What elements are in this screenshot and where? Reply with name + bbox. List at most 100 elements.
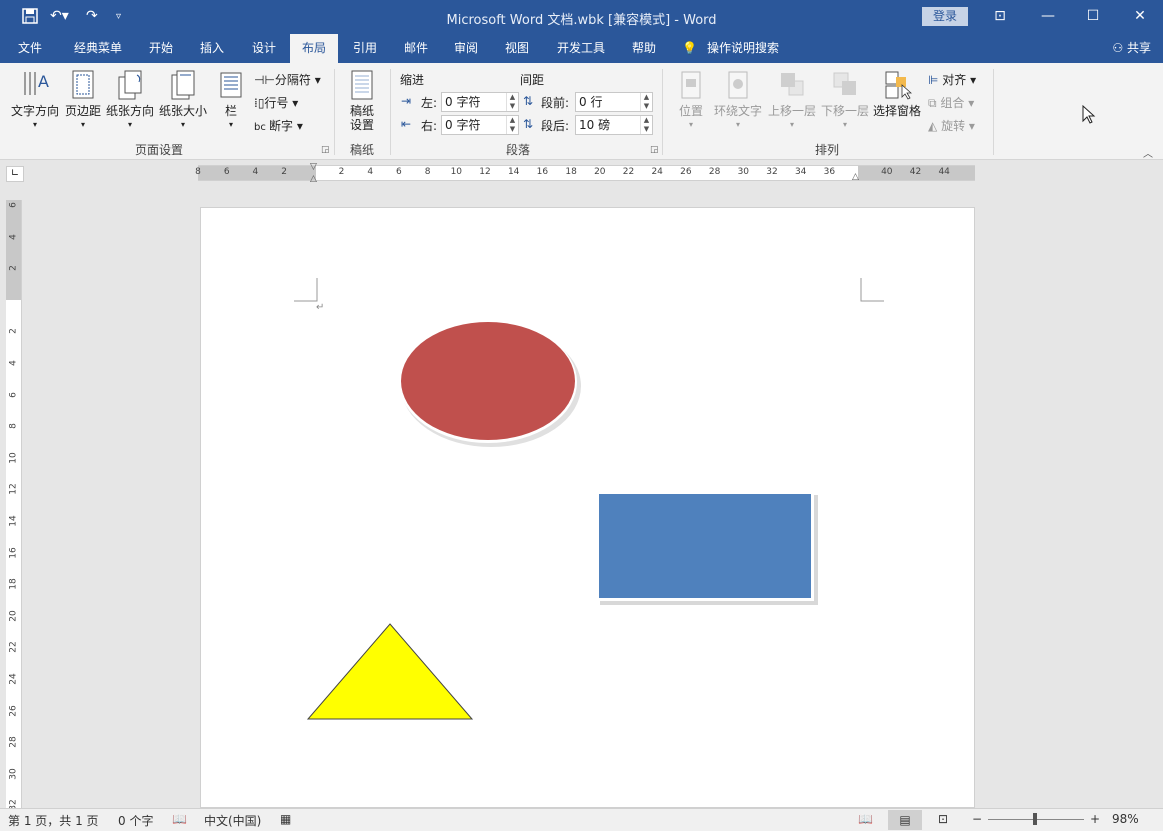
print-layout-icon[interactable]: ▤ (888, 810, 922, 830)
columns-button[interactable]: 栏 ▾ (214, 69, 248, 132)
ruler-tick-label: 18 (8, 578, 19, 590)
right-indent-marker[interactable]: △ (852, 172, 859, 182)
paragraph-launcher-icon[interactable]: ◲ (650, 145, 659, 155)
orientation-button[interactable]: 纸张方向 ▾ (104, 69, 156, 132)
ruler-tick-label: 4 (367, 167, 374, 177)
ruler-tick-label: 24 (651, 167, 663, 177)
position-button[interactable]: 位置 ▾ (672, 69, 710, 132)
text-direction-label: 文字方向 (10, 104, 59, 118)
word-count[interactable]: 0 个字 (118, 812, 153, 829)
document-page[interactable]: ↵ (200, 207, 975, 808)
text-direction-button[interactable]: A 文字方向 ▾ (8, 69, 62, 132)
tab-stop-selector[interactable]: ∟ (6, 166, 24, 182)
ruler-tick-label: 14 (507, 167, 520, 177)
spinner-arrows[interactable]: ▲ ▼ (640, 116, 652, 134)
read-mode-icon[interactable]: 📖 (858, 812, 873, 826)
tab-mailings[interactable]: 邮件 (394, 34, 438, 63)
manuscript-settings-label-1: 稿纸 (349, 104, 374, 118)
share-button[interactable]: ⚇ 共享 (1112, 34, 1151, 63)
breaks-icon: ⊣⊢ (254, 73, 275, 87)
close-icon[interactable]: ✕ (1130, 8, 1150, 24)
page-setup-group-label: 页面设置 (134, 143, 183, 157)
align-button[interactable]: ⊫ 对齐 ▾ (928, 71, 976, 88)
proofing-icon[interactable]: 📖 (172, 812, 187, 826)
separator (390, 69, 391, 155)
maximize-icon[interactable]: ☐ (1083, 8, 1103, 24)
indent-left-input[interactable]: 0 字符 ▲ ▼ (441, 92, 519, 112)
collapse-ribbon-icon[interactable]: ︿ (1143, 145, 1153, 160)
tab-references[interactable]: 引用 (343, 34, 387, 63)
zoom-out-icon[interactable]: − (972, 812, 982, 826)
ruler-tick-label: 20 (594, 167, 606, 177)
rotate-icon: ◭ (928, 119, 938, 133)
spacing-before-input[interactable]: 0 行 ▲ ▼ (575, 92, 653, 112)
zoom-slider-thumb[interactable] (1033, 813, 1038, 825)
manuscript-settings-button[interactable]: 稿纸 设置 (342, 69, 382, 132)
send-backward-label: 下移一层 (820, 104, 869, 118)
triangle-shape[interactable] (306, 622, 474, 722)
vertical-ruler[interactable]: 6 4 2 2 4 6 8 10 12 14 16 18 20 22 24 26 28 30 32 (6, 200, 22, 811)
selection-pane-button[interactable]: 选择窗格 (872, 69, 922, 118)
tab-file[interactable]: 文件 (8, 34, 52, 63)
hyphenation-button[interactable]: bc 断字 ▾ (254, 117, 303, 134)
zoom-in-icon[interactable]: + (1090, 812, 1100, 826)
tab-review[interactable]: 审阅 (444, 34, 488, 63)
bring-forward-button[interactable]: 上移一层 ▾ (766, 69, 818, 132)
triangle-fill (306, 623, 474, 720)
ruler-tick-label: 30 (737, 167, 750, 177)
minimize-icon[interactable]: — (1038, 8, 1058, 24)
first-line-indent-marker[interactable]: ▽ (310, 162, 317, 172)
tell-me-search[interactable]: 💡 操作说明搜索 (682, 34, 792, 63)
window-title: Microsoft Word 文档.wbk [兼容模式] - Word (446, 13, 717, 28)
size-button[interactable]: 纸张大小 ▾ (157, 69, 209, 132)
ruler-tick-label: 2 (338, 167, 345, 177)
margin-corner-mark (294, 278, 318, 302)
login-button[interactable]: 登录 (922, 7, 968, 26)
tab-classic-menu[interactable]: 经典菜单 (62, 34, 134, 63)
line-numbers-button[interactable]: ⁞▯行号 ▾ (254, 94, 298, 111)
page-setup-launcher-icon[interactable]: ◲ (321, 145, 330, 155)
wrap-text-button[interactable]: 环绕文字 ▾ (712, 69, 764, 132)
tab-insert[interactable]: 插入 (190, 34, 234, 63)
chevron-down-icon: ▾ (80, 120, 85, 129)
chevron-down-icon: ▾ (228, 120, 233, 129)
web-layout-icon[interactable]: ⊡ (938, 812, 948, 826)
ruler-tick-label: 18 (565, 167, 577, 177)
spacing-before-value: 0 行 (579, 95, 603, 109)
ellipse-shape[interactable] (397, 316, 583, 448)
hanging-indent-marker[interactable]: △ (310, 174, 317, 184)
rectangle-shape[interactable] (596, 491, 820, 607)
horizontal-ruler[interactable]: 8 6 4 2 2 4 6 8 10 12 14 16 18 20 22 24 26 28 30 32 34 36 40 42… (195, 162, 975, 184)
indent-left-icon: ⇥ (401, 94, 412, 108)
tab-help[interactable]: 帮助 (622, 34, 666, 63)
rotate-button[interactable]: ◭ 旋转 ▾ (928, 117, 975, 134)
tab-design[interactable]: 设计 (242, 34, 286, 63)
spinner-arrows[interactable]: ▲ ▼ (506, 116, 518, 134)
spacing-before-label: 段前: (541, 96, 570, 110)
ribbon-display-icon[interactable]: ⊡ (990, 8, 1010, 24)
ruler-tick-label: 14 (8, 515, 19, 527)
manuscript-icon (351, 70, 373, 100)
chevron-down-icon: ▾ (688, 120, 693, 129)
group-label: 组合 (940, 96, 965, 110)
breaks-button[interactable]: ⊣⊢分隔符 ▾ (254, 71, 321, 88)
language-indicator[interactable]: 中文(中国) (204, 812, 261, 829)
macro-record-icon[interactable]: ▦ (280, 812, 291, 826)
indent-right-value: 0 字符 (445, 118, 481, 132)
tab-view[interactable]: 视图 (495, 34, 539, 63)
spinner-arrows[interactable]: ▲ ▼ (640, 93, 652, 111)
status-bar: 第 1 页，共 1 页 0 个字 📖 中文(中国) ▦ 📖 ▤ ⊡ − + 98… (0, 808, 1163, 831)
align-label: 对齐 (942, 73, 967, 87)
group-button[interactable]: ⧉ 组合 ▾ (928, 94, 974, 111)
spacing-after-input[interactable]: 10 磅 ▲ ▼ (575, 115, 653, 135)
tab-home[interactable]: 开始 (140, 34, 182, 63)
page-count[interactable]: 第 1 页，共 1 页 (8, 812, 99, 829)
ruler-tick-label: 16 (8, 546, 19, 559)
tab-layout[interactable]: 布局 (290, 34, 338, 63)
tab-developer[interactable]: 开发工具 (548, 34, 614, 63)
zoom-level[interactable]: 98% (1112, 812, 1139, 826)
spinner-arrows[interactable]: ▲ ▼ (506, 93, 518, 111)
send-backward-button[interactable]: 下移一层 ▾ (819, 69, 871, 132)
indent-right-input[interactable]: 0 字符 ▲ ▼ (441, 115, 519, 135)
margins-button[interactable]: 页边距 ▾ (63, 69, 103, 132)
